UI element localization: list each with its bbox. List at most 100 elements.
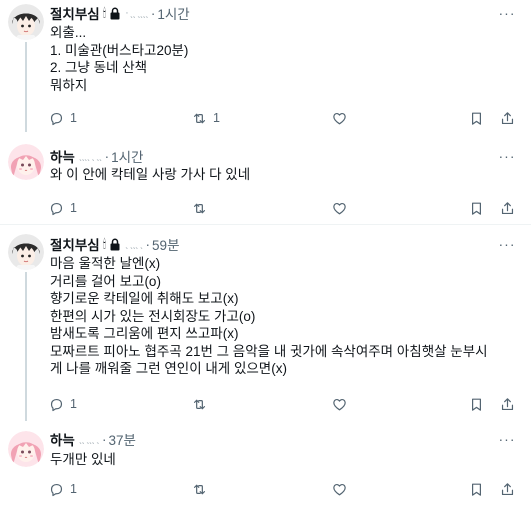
author-name[interactable]: 절치부심 [50, 3, 100, 23]
separator-dot: · [150, 5, 156, 21]
thread-line [25, 272, 27, 421]
like-button[interactable] [331, 394, 353, 414]
tweet-text: 마음 울적한 날엔(x) 거리를 걸어 보고(o) 향기로운 칵테일에 취해도 … [50, 255, 519, 378]
more-icon[interactable]: ··· [497, 3, 517, 23]
reply-icon [50, 112, 63, 125]
retweet-icon [193, 203, 206, 213]
author-handle[interactable]: ˎˎ ˎˎˎ ˎ [79, 433, 100, 445]
tweet-line: 1. 미술관(버스타고20분) [50, 42, 189, 58]
bookmark-icon [472, 112, 481, 125]
retweet-button[interactable] [191, 394, 213, 414]
reply-button[interactable]: 1 [48, 394, 77, 414]
separator-dot: · [104, 148, 110, 164]
bookmark-button[interactable] [468, 394, 485, 414]
candle-emoji: 🕯 [102, 236, 107, 251]
more-icon[interactable]: ··· [497, 234, 517, 254]
reply-count: 1 [70, 111, 77, 125]
share-icon [501, 482, 514, 495]
tweet-header: 절치부심 🕯 ˎ ˎˎˎ ˎ · 59분 [50, 234, 179, 254]
like-button[interactable] [331, 108, 353, 128]
separator-dot: · [145, 236, 151, 252]
author-handle[interactable]: ˎ ˎˎˎ ˎ [125, 238, 143, 250]
retweet-count: 1 [213, 111, 220, 125]
lock-icon [109, 7, 121, 20]
bookmark-icon [472, 202, 481, 215]
retweet-button[interactable] [191, 198, 213, 218]
tweet-text: 두개만 있네 [50, 451, 519, 469]
tweet-text: 와 이 안에 칵테일 사랑 가사 다 있네 [50, 166, 519, 184]
reply-button[interactable]: 1 [48, 198, 77, 218]
author-name[interactable]: 하늑 [50, 429, 75, 449]
timestamp[interactable]: 1시간 [111, 146, 143, 166]
avatar[interactable] [8, 234, 44, 270]
tweet-1[interactable]: 절치부심 🕯 · ˎˎ ˎˎˎˎ · 1시간 ··· 외출... 1. 미술관(… [0, 0, 531, 132]
reply-icon [50, 202, 63, 215]
lock-icon [109, 238, 121, 251]
more-icon[interactable]: ··· [497, 429, 517, 449]
share-button[interactable] [499, 108, 516, 128]
share-button[interactable] [499, 394, 516, 414]
share-icon [501, 397, 514, 410]
reply-count: 1 [70, 397, 77, 411]
reply-count: 1 [70, 482, 77, 496]
timestamp[interactable]: 59분 [152, 234, 179, 254]
retweet-button[interactable] [191, 479, 213, 499]
tweet-line: 모짜르트 피아노 협주곡 21번 그 음악을 내 귓가에 속삭여주며 아침햇살 … [50, 343, 488, 359]
tweet-line: 외출... [50, 25, 87, 40]
share-icon [501, 111, 514, 124]
bookmark-icon [472, 483, 481, 496]
action-bar: 1 [48, 394, 519, 414]
tweet-header: 하늑 ˎˎˎˎ ˎ ˎˎ · 1시간 [50, 146, 143, 166]
tweet-header: 절치부심 🕯 · ˎˎ ˎˎˎˎ · 1시간 [50, 3, 190, 23]
heart-icon [333, 112, 346, 124]
tweet-line: 2. 그냥 동네 산책 [50, 60, 148, 75]
more-icon[interactable]: ··· [497, 146, 517, 166]
tweet-4[interactable]: 하늑 ˎˎ ˎˎˎ ˎ · 37분 ··· 두개만 있네 1 [0, 421, 531, 510]
tweet-line: 밤새도록 그리움에 편지 쓰고파(x) [50, 326, 239, 341]
reply-button[interactable]: 1 [48, 108, 77, 128]
tweet-line: 한편의 시가 있는 전시회장도 가고(o) [50, 308, 256, 324]
action-bar: 1 [48, 479, 519, 499]
avatar[interactable] [8, 431, 44, 467]
timestamp[interactable]: 1시간 [157, 3, 189, 23]
bookmark-button[interactable] [468, 108, 485, 128]
heart-icon [333, 483, 346, 495]
tweet-header: 하늑 ˎˎ ˎˎˎ ˎ · 37분 [50, 429, 136, 449]
tweet-line: 향기로운 칵테일에 취해도 보고(x) [50, 291, 239, 306]
retweet-icon [193, 113, 206, 123]
bookmark-button[interactable] [468, 198, 485, 218]
author-handle[interactable]: · ˎˎ ˎˎˎˎ [125, 7, 149, 19]
retweet-button[interactable]: 1 [191, 108, 220, 128]
tweet-line: 와 이 안에 칵테일 사랑 가사 다 있네 [50, 167, 251, 182]
tweet-2[interactable]: 하늑 ˎˎˎˎ ˎ ˎˎ · 1시간 ··· 와 이 안에 칵테일 사랑 가사 … [0, 132, 531, 224]
reply-button[interactable]: 1 [48, 479, 77, 499]
share-button[interactable] [499, 479, 516, 499]
reply-icon [50, 398, 63, 411]
tweet-text: 외출... 1. 미술관(버스타고20분) 2. 그냥 동네 산책 뭐하지 [50, 24, 519, 94]
thread-line [25, 42, 27, 132]
like-button[interactable] [331, 479, 353, 499]
retweet-icon [193, 399, 206, 409]
timestamp[interactable]: 37분 [108, 429, 135, 449]
tweet-3[interactable]: 절치부심 🕯 ˎ ˎˎˎ ˎ · 59분 ··· 마음 울적한 날엔(x) 거리… [0, 225, 531, 421]
avatar[interactable] [8, 144, 44, 180]
reply-count: 1 [70, 201, 77, 215]
separator-dot: · [101, 431, 107, 447]
share-icon [501, 201, 514, 214]
avatar[interactable] [8, 4, 44, 40]
action-bar: 1 [48, 198, 519, 218]
author-name[interactable]: 절치부심 [50, 234, 100, 254]
author-name[interactable]: 하늑 [50, 146, 75, 166]
author-handle[interactable]: ˎˎˎˎ ˎ ˎˎ [79, 150, 103, 162]
action-bar: 1 1 [48, 108, 519, 128]
bookmark-button[interactable] [468, 479, 485, 499]
tweet-line: 뭐하지 [50, 77, 88, 93]
heart-icon [333, 202, 346, 214]
tweet-line: 게 나를 깨워줄 그런 연인이 내게 있으면(x) [50, 361, 287, 376]
heart-icon [333, 398, 346, 410]
like-button[interactable] [331, 198, 353, 218]
retweet-icon [193, 484, 206, 494]
tweet-line: 두개만 있네 [50, 452, 116, 467]
tweet-line: 마음 울적한 날엔(x) [50, 256, 161, 271]
share-button[interactable] [499, 198, 516, 218]
